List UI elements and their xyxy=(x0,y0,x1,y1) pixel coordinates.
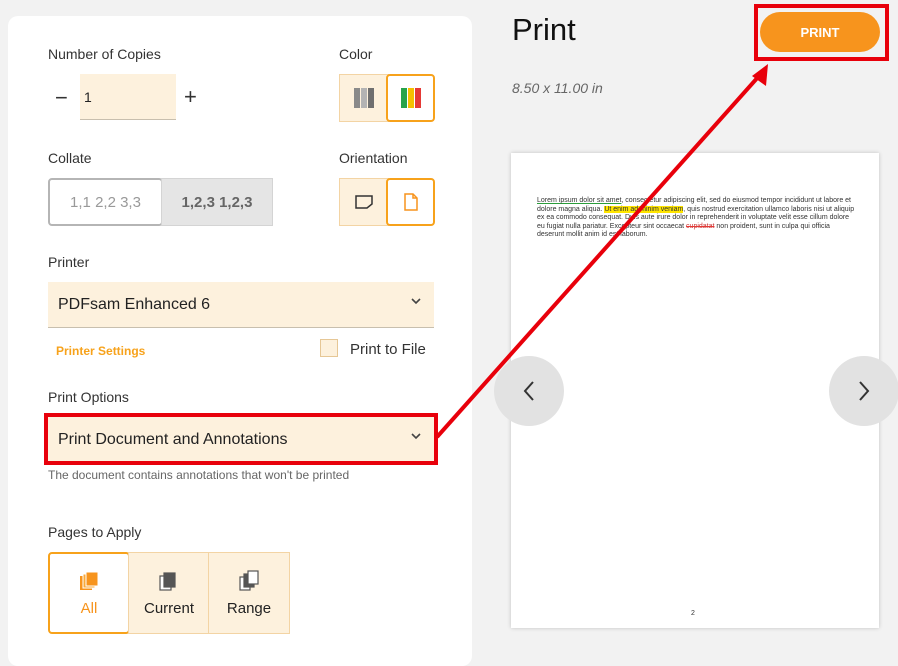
annotation-arrow xyxy=(435,64,768,439)
